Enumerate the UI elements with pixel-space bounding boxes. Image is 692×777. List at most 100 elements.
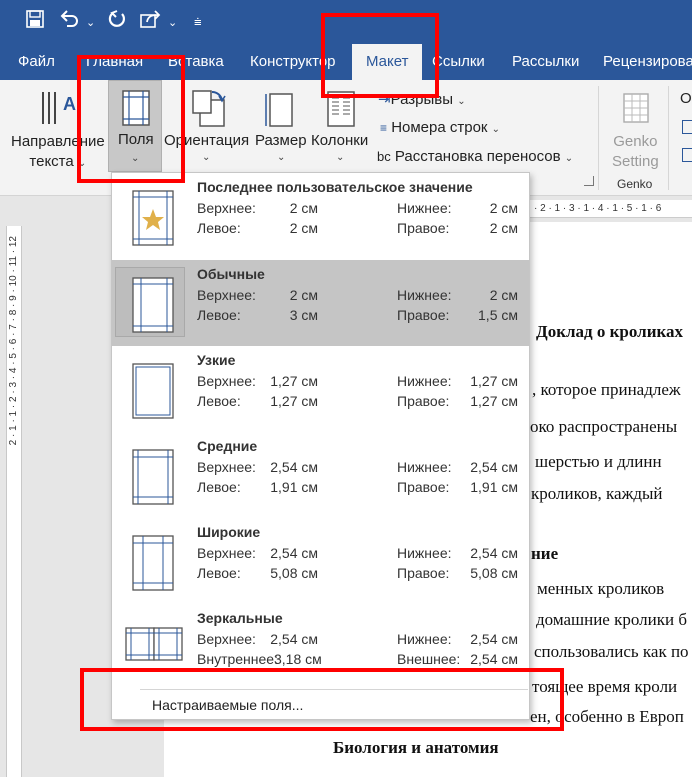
bottom-value: 2 см: [489, 200, 518, 216]
left-label: Левое:: [197, 479, 241, 495]
left-value: 3 см: [289, 307, 318, 323]
right-label: Правое:: [397, 220, 450, 236]
group-separator: [668, 86, 669, 190]
chevron-down-icon: ⌄: [457, 96, 466, 107]
position-icon[interactable]: [682, 120, 692, 134]
margin-option-last-custom[interactable]: Последнее пользовательское значение Верх…: [112, 173, 529, 259]
line-numbers-icon: ≡: [380, 121, 388, 135]
orientation-icon: [190, 88, 226, 133]
bottom-value: 2,54 см: [470, 545, 518, 561]
top-label: Верхнее:: [197, 545, 256, 561]
bottom-label: Нижнее:: [397, 631, 452, 647]
right-label: Правое:: [397, 565, 450, 581]
narrow-margin-icon: [127, 362, 179, 420]
top-label: Верхнее:: [197, 200, 256, 216]
tab-references[interactable]: Ссылки: [432, 44, 485, 80]
genko-label-2: Setting: [612, 153, 659, 170]
margin-option-wide[interactable]: Широкие Верхнее: 2,54 см Нижнее: 2,54 см…: [112, 518, 529, 604]
left-value: 2 см: [289, 220, 318, 236]
right-value: 5,08 см: [470, 565, 518, 581]
line-numbers-button[interactable]: ≡ Номера строк ⌄: [380, 119, 500, 136]
tab-file[interactable]: Файл: [18, 44, 55, 80]
annotation-highlight-custom-margins: [80, 668, 564, 731]
wide-margin-icon: [127, 534, 179, 592]
size-icon: [264, 90, 294, 133]
bottom-label: Нижнее:: [397, 200, 452, 216]
hyphenation-icon: bc: [377, 149, 391, 164]
genko-setting-icon: [622, 92, 650, 129]
margin-option-moderate[interactable]: Средние Верхнее: 2,54 см Нижнее: 2,54 см…: [112, 432, 529, 518]
top-label: Верхнее:: [197, 287, 256, 303]
vertical-ruler-marks: 2 · 1 · 1 · 2 · 3 · 4 · 5 · 6 · 7 · 8 · …: [8, 236, 19, 446]
moderate-margin-icon: [127, 448, 179, 506]
tab-review[interactable]: Рецензирова: [603, 44, 692, 80]
horizontal-ruler: · 2 · 1 · 3 · 1 · 4 · 1 · 5 · 1 · 6: [530, 200, 692, 218]
text-direction-icon: A: [38, 88, 78, 133]
bottom-value: 1,27 см: [470, 373, 518, 389]
left-value: 1,91 см: [270, 479, 318, 495]
top-label: Верхнее:: [197, 631, 256, 647]
doc-line: менных кроликов: [537, 579, 665, 598]
right-value: 2 см: [489, 220, 518, 236]
doc-line: спользовались как по: [534, 642, 689, 661]
page-setup-launcher-icon[interactable]: [584, 176, 594, 186]
top-value: 2 см: [289, 200, 318, 216]
chevron-down-icon: ⌄: [336, 152, 345, 163]
bottom-label: Нижнее:: [397, 287, 452, 303]
horizontal-ruler-marks: · 2 · 1 · 3 · 1 · 4 · 1 · 5 · 1 · 6: [534, 203, 662, 214]
margin-option-narrow[interactable]: Узкие Верхнее: 1,27 см Нижнее: 1,27 см Л…: [112, 346, 529, 432]
bottom-label: Нижнее:: [397, 373, 452, 389]
annotation-highlight-layout-tab: [321, 13, 439, 98]
left-value: 1,27 см: [270, 393, 318, 409]
outside-label: Внешнее:: [397, 651, 461, 667]
doc-heading-3: Биология и анатомия: [333, 738, 499, 757]
doc-line: домашние кролики б: [536, 610, 687, 629]
save-icon[interactable]: [26, 10, 44, 28]
ribbon-cutoff-label: О: [680, 90, 692, 107]
right-label: Правое:: [397, 393, 450, 409]
genko-label-1: Genko: [613, 133, 658, 150]
custom-margin-star-icon: [127, 189, 179, 247]
doc-line: кроликов, каждый: [531, 484, 663, 503]
margin-option-title: Средние: [197, 438, 258, 454]
top-label: Верхнее:: [197, 459, 256, 475]
top-value: 2 см: [289, 287, 318, 303]
customize-icon[interactable]: ⩧: [194, 12, 202, 32]
right-label: Правое:: [397, 479, 450, 495]
undo-dropdown-chevron-icon[interactable]: ⌄: [86, 13, 95, 33]
share-icon[interactable]: [140, 10, 162, 28]
share-dropdown-chevron-icon[interactable]: ⌄: [168, 13, 177, 33]
bottom-value: 2,54 см: [470, 459, 518, 475]
right-label: Правое:: [397, 307, 450, 323]
right-value: 1,27 см: [470, 393, 518, 409]
margin-option-title: Зеркальные: [197, 610, 283, 626]
bottom-label: Нижнее:: [397, 545, 452, 561]
hyphenation-button[interactable]: bc Расстановка переносов ⌄: [377, 148, 573, 165]
bottom-value: 2,54 см: [470, 631, 518, 647]
top-value: 2,54 см: [270, 631, 318, 647]
top-value: 2,54 см: [270, 545, 318, 561]
size-button[interactable]: Размер: [255, 132, 307, 149]
wrap-text-icon[interactable]: [682, 148, 692, 162]
normal-margin-icon: [127, 276, 179, 334]
svg-text:A: A: [63, 94, 76, 114]
doc-line: , которое принадлеж: [532, 380, 681, 399]
top-value: 2,54 см: [270, 459, 318, 475]
doc-heading-1: Доклад о кроликах: [536, 322, 684, 341]
margin-option-normal[interactable]: Обычные Верхнее: 2 см Нижнее: 2 см Левое…: [112, 260, 529, 346]
vertical-ruler-strip: 2 · 1 · 1 · 2 · 3 · 4 · 5 · 6 · 7 · 8 · …: [6, 226, 22, 777]
tab-mailings[interactable]: Рассылки: [512, 44, 579, 80]
genko-group-label: Genko: [617, 177, 653, 191]
chevron-down-icon: ⌄: [277, 152, 286, 163]
inside-label: Внутреннее:: [197, 651, 278, 667]
redo-icon[interactable]: [108, 10, 126, 28]
chevron-down-icon: ⌄: [202, 152, 211, 163]
genko-setting-button[interactable]: Genko Setting: [612, 132, 659, 172]
columns-button[interactable]: Колонки: [311, 132, 368, 149]
left-label: Левое:: [197, 220, 241, 236]
margin-option-title: Узкие: [197, 352, 236, 368]
inside-value: 3,18 см: [274, 651, 322, 667]
undo-icon[interactable]: [60, 10, 80, 28]
margin-option-title: Широкие: [197, 524, 261, 540]
chevron-down-icon: ⌄: [564, 153, 574, 164]
